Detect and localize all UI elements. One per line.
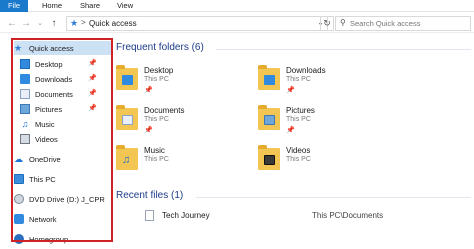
tab-share[interactable]: Share — [80, 0, 100, 12]
folder-icon — [116, 105, 138, 130]
section-title: Frequent folders (6) — [116, 42, 204, 53]
folder-name: Downloads — [286, 66, 326, 75]
folder-tile-desktop[interactable]: Desktop This PC 📌 — [116, 65, 266, 104]
file-name: Tech Journey — [162, 211, 210, 220]
folder-location: This PC — [144, 156, 169, 163]
folder-location: This PC — [286, 76, 311, 83]
frequent-folders-heading[interactable]: Frequent folders (6) — [116, 42, 204, 53]
folder-location: This PC — [144, 76, 169, 83]
folder-location: This PC — [286, 116, 311, 123]
highlight-box — [11, 38, 113, 242]
folder-icon: ♫ — [116, 145, 138, 170]
back-arrow-icon[interactable]: ← — [6, 16, 18, 30]
search-icon: ⚲ — [340, 18, 346, 27]
document-icon — [145, 210, 154, 221]
breadcrumb-separator: > — [81, 18, 86, 27]
folder-tile-documents[interactable]: Documents This PC 📌 — [116, 105, 266, 144]
pin-icon: 📌 — [286, 127, 295, 134]
up-arrow-icon[interactable]: ↑ — [48, 16, 60, 30]
folder-icon — [258, 65, 280, 90]
folder-name: Documents — [144, 106, 185, 115]
folder-icon — [258, 145, 280, 170]
address-row: ← → ⌄ ↑ ★ > Quick access ⌄ ↻ ⚲ — [0, 13, 474, 33]
pin-icon: 📌 — [286, 87, 295, 94]
section-divider — [216, 49, 471, 50]
refresh-icon[interactable]: ↻ — [320, 16, 334, 31]
tab-view[interactable]: View — [117, 0, 133, 12]
recent-files-heading[interactable]: Recent files (1) — [116, 190, 183, 201]
search-input[interactable] — [350, 18, 468, 29]
ribbon-tabs: File Home Share View — [0, 0, 474, 12]
folder-tile-videos[interactable]: Videos This PC — [258, 145, 408, 184]
folder-location: This PC — [286, 156, 311, 163]
folder-name: Pictures — [286, 106, 315, 115]
tab-home[interactable]: Home — [42, 0, 62, 12]
search-box[interactable]: ⚲ — [335, 16, 471, 31]
address-bar[interactable]: ★ > Quick access ⌄ — [66, 16, 328, 31]
forward-arrow-icon[interactable]: → — [20, 16, 32, 30]
breadcrumb-current[interactable]: Quick access — [89, 19, 137, 28]
pin-icon: 📌 — [144, 87, 153, 94]
folder-icon — [116, 65, 138, 90]
pin-icon: 📌 — [144, 127, 153, 134]
quick-access-star-icon: ★ — [70, 18, 79, 28]
folder-location: This PC — [144, 116, 169, 123]
folder-tile-music[interactable]: ♫ Music This PC — [116, 145, 266, 184]
folder-tile-pictures[interactable]: Pictures This PC 📌 — [258, 105, 408, 144]
recent-file-row[interactable]: Tech Journey This PC\Documents — [116, 209, 474, 223]
file-path: This PC\Documents — [312, 211, 384, 220]
recent-locations-chevron-icon[interactable]: ⌄ — [34, 16, 46, 30]
tab-file[interactable]: File — [0, 0, 28, 12]
folder-tile-downloads[interactable]: Downloads This PC 📌 — [258, 65, 408, 104]
folder-icon — [258, 105, 280, 130]
section-divider — [196, 197, 471, 198]
section-title: Recent files (1) — [116, 190, 184, 201]
folder-name: Desktop — [144, 66, 174, 75]
folder-name: Videos — [286, 146, 311, 155]
folder-name: Music — [144, 146, 165, 155]
